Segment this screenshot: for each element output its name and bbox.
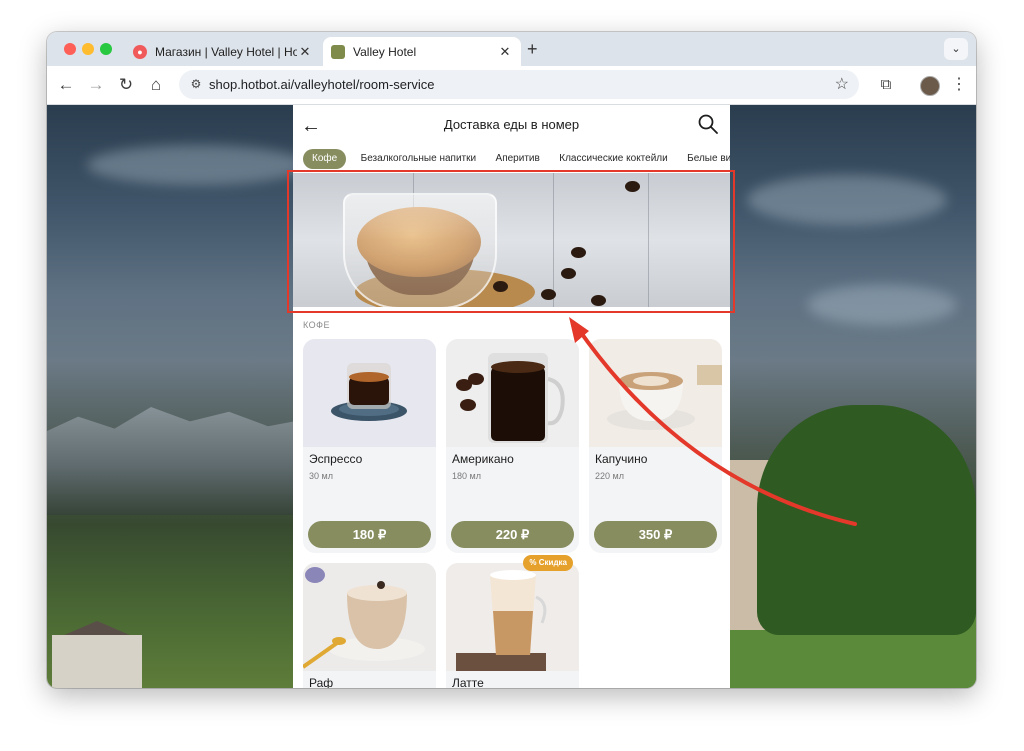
product-card-raf[interactable]: Раф [303, 563, 436, 688]
product-volume: 220 мл [595, 471, 624, 481]
reload-icon[interactable]: ↻ [113, 72, 139, 98]
price-button[interactable]: 350 ₽ [594, 521, 717, 548]
close-tab-icon[interactable]: ✕ [497, 44, 513, 60]
mountains [47, 407, 307, 515]
category-tab-soft-drinks[interactable]: Безалкогольные напитки [356, 149, 481, 169]
search-icon[interactable] [697, 113, 719, 135]
product-name: Американо [452, 452, 514, 466]
tab-search-icon[interactable]: ⌄ [944, 38, 968, 60]
product-name: Раф [309, 676, 334, 688]
shop-panel: ← Доставка еды в номер Кофе Безалкогольн… [293, 105, 730, 688]
flame-icon: ● [133, 44, 147, 59]
category-tab-coffee[interactable]: Кофе [303, 149, 347, 169]
tab-strip: ● Магазин | Valley Hotel | Hotb ✕ Valley… [47, 32, 976, 66]
cloud [747, 175, 947, 225]
forward-icon[interactable]: → [83, 72, 109, 98]
coffee-bean [541, 289, 556, 300]
page-viewport: ← Доставка еды в номер Кофе Безалкогольн… [47, 105, 976, 688]
product-card-espresso[interactable]: Эспрессо 30 мл 180 ₽ [303, 339, 436, 553]
discount-badge: % Скидка [523, 555, 573, 571]
extensions-icon[interactable]: ⧉ [873, 72, 899, 98]
coffee-bean [493, 281, 508, 292]
tab-shop[interactable]: ● Магазин | Valley Hotel | Hotb ✕ [125, 37, 321, 66]
toolbar: ← → ↻ ⌂ ⚙ shop.hotbot.ai/valleyhotel/roo… [47, 66, 976, 105]
coffee-bean [571, 247, 586, 258]
product-name: Капучино [595, 452, 648, 466]
minimize-window-button[interactable] [82, 43, 94, 55]
page-title: Доставка еды в номер [443, 117, 580, 132]
americano-photo [446, 339, 579, 447]
new-tab-icon[interactable]: + [527, 39, 538, 60]
site-settings-icon[interactable]: ⚙ [187, 75, 205, 93]
section-label: КОФЕ [303, 320, 330, 330]
category-tab-aperitif[interactable]: Аперитив [491, 149, 545, 169]
house [52, 635, 142, 688]
bookmark-star-icon[interactable]: ☆ [835, 70, 849, 99]
product-name: Эспрессо [309, 452, 363, 466]
product-name: Латте [452, 676, 484, 688]
price-button[interactable]: 180 ₽ [308, 521, 431, 548]
product-volume: 30 мл [309, 471, 333, 481]
close-tab-icon[interactable]: ✕ [297, 44, 313, 60]
glass-cup [343, 193, 497, 307]
browser-window: ● Магазин | Valley Hotel | Hotb ✕ Valley… [47, 32, 976, 688]
category-tab-classic-cocktails[interactable]: Классические коктейли [554, 149, 672, 169]
raf-photo [303, 563, 436, 671]
category-banner [293, 173, 730, 307]
back-icon[interactable]: ← [53, 72, 79, 98]
product-card-cappuccino[interactable]: Капучино 220 мл 350 ₽ [589, 339, 722, 553]
espresso-photo [303, 339, 436, 447]
tab-valley-hotel[interactable]: Valley Hotel ✕ [323, 37, 521, 66]
menu-icon[interactable]: ⋮ [951, 72, 967, 98]
maximize-window-button[interactable] [100, 43, 112, 55]
hotel-logo-icon [331, 44, 345, 59]
cloud [807, 285, 957, 325]
wood-grain [648, 173, 649, 307]
price-button[interactable]: 220 ₽ [451, 521, 574, 548]
category-tabs: Кофе Безалкогольные напитки Аперитив Кла… [303, 148, 730, 170]
product-volume: 180 мл [452, 471, 481, 481]
cappuccino-photo [589, 339, 722, 447]
coffee-bean [561, 268, 576, 279]
url-text: shop.hotbot.ai/valleyhotel/room-service [209, 77, 435, 92]
home-icon[interactable]: ⌂ [143, 72, 169, 98]
coffee-bean [591, 295, 606, 306]
profile-avatar[interactable] [920, 76, 940, 96]
tab-title: Valley Hotel [353, 44, 417, 59]
latte-photo [446, 563, 579, 671]
close-window-button[interactable] [64, 43, 76, 55]
wood-grain [553, 173, 554, 307]
trees [757, 405, 976, 635]
tab-title: Магазин | Valley Hotel | Hotb [155, 44, 297, 59]
product-card-americano[interactable]: Американо 180 мл 220 ₽ [446, 339, 579, 553]
coffee-bean [625, 181, 640, 192]
category-tab-white-wines[interactable]: Белые вин [682, 149, 730, 169]
product-card-latte[interactable]: % Скидка Латте [446, 555, 579, 688]
address-bar[interactable]: ⚙ shop.hotbot.ai/valleyhotel/room-servic… [179, 70, 859, 99]
cloud [87, 145, 307, 185]
